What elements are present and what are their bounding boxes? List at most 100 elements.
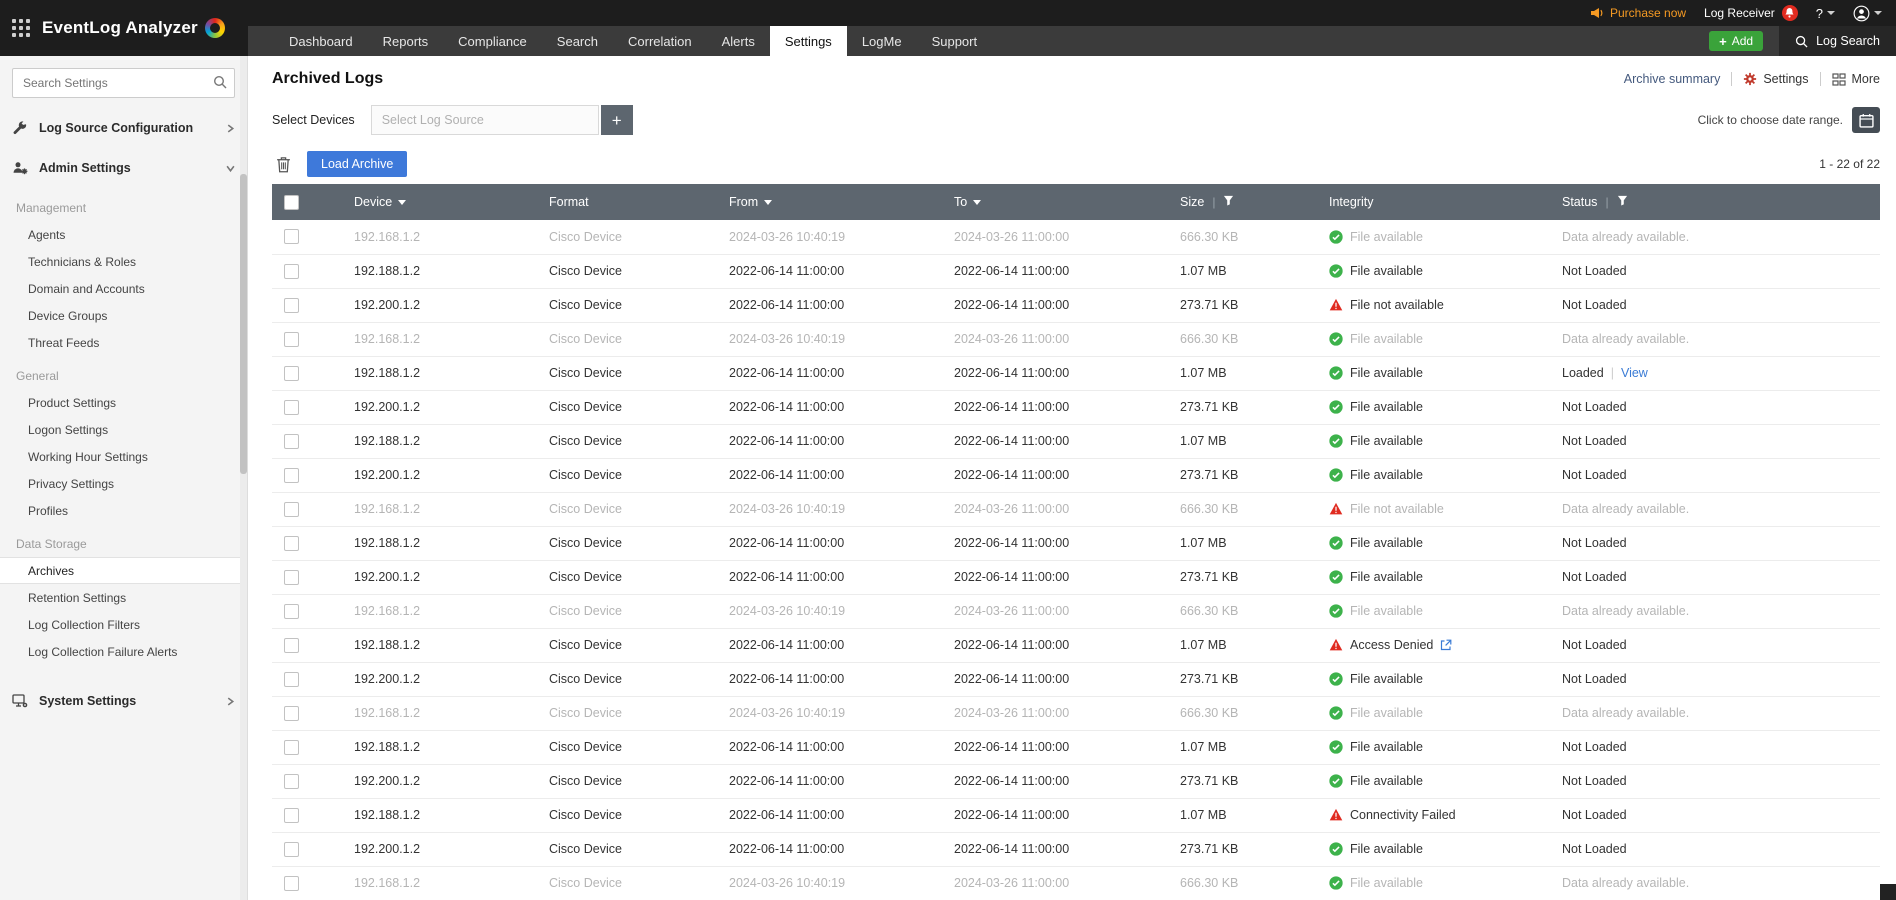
sidebar-item-system-settings[interactable]: System Settings [0,681,247,721]
row-checkbox[interactable] [284,706,299,721]
column-header-from[interactable]: From [717,184,942,220]
cell-checkbox [272,594,342,628]
row-checkbox[interactable] [284,638,299,653]
integrity-label: File available [1350,706,1423,720]
select-log-source-input[interactable] [371,105,599,135]
column-header-device[interactable]: Device [342,184,537,220]
help-menu[interactable]: ? [1816,6,1835,21]
row-checkbox[interactable] [284,570,299,585]
sidebar-item-domain-and-accounts[interactable]: Domain and Accounts [0,275,247,302]
column-header-integrity[interactable]: Integrity [1317,184,1550,220]
row-checkbox[interactable] [284,264,299,279]
filter-funnel-icon[interactable] [1223,195,1234,209]
sidebar-item-technicians-roles[interactable]: Technicians & Roles [0,248,247,275]
nav-tab-correlation[interactable]: Correlation [613,26,707,56]
sidebar-item-threat-feeds[interactable]: Threat Feeds [0,329,247,356]
column-header-status[interactable]: Status| [1550,184,1880,220]
settings-action[interactable]: Settings [1743,72,1808,86]
row-checkbox[interactable] [284,468,299,483]
search-icon[interactable] [213,75,227,94]
row-checkbox[interactable] [284,400,299,415]
select-all-checkbox[interactable] [284,195,299,210]
row-checkbox[interactable] [284,536,299,551]
cell-integrity: File available [1317,458,1550,492]
add-device-button[interactable]: + [601,105,633,135]
cell-format: Cisco Device [537,832,717,866]
nav-tab-dashboard[interactable]: Dashboard [274,26,368,56]
trash-icon [276,156,291,173]
scroll-corner-widget[interactable] [1880,884,1896,900]
column-header-format[interactable]: Format [537,184,717,220]
sidebar-item-logon-settings[interactable]: Logon Settings [0,416,247,443]
log-search-button[interactable]: Log Search [1779,26,1896,56]
cell-size: 666.30 KB [1168,696,1317,730]
column-header-size[interactable]: Size| [1168,184,1317,220]
nav-tab-reports[interactable]: Reports [368,26,444,56]
sidebar-item-agents[interactable]: Agents [0,221,247,248]
sidebar-item-archives[interactable]: Archives [0,557,247,584]
cell-format: Cisco Device [537,628,717,662]
nav-tab-compliance[interactable]: Compliance [443,26,542,56]
cell-status: Not Loaded [1550,288,1880,322]
integrity-cell-content: File available [1329,604,1550,618]
notification-bell-icon[interactable] [1782,5,1798,21]
sidebar-search-input[interactable] [12,68,235,98]
cell-device: 192.188.1.2 [342,730,537,764]
sidebar-item-working-hour-settings[interactable]: Working Hour Settings [0,443,247,470]
purchase-now-link[interactable]: Purchase now [1590,6,1686,20]
row-checkbox[interactable] [284,672,299,687]
row-checkbox[interactable] [284,740,299,755]
sidebar-item-log-collection-filters[interactable]: Log Collection Filters [0,611,247,638]
sidebar-item-product-settings[interactable]: Product Settings [0,389,247,416]
row-checkbox[interactable] [284,842,299,857]
sidebar-scrollbar[interactable] [240,56,247,900]
row-checkbox[interactable] [284,604,299,619]
row-checkbox[interactable] [284,502,299,517]
delete-button[interactable] [272,154,295,175]
sidebar-item-log-collection-failure-alerts[interactable]: Log Collection Failure Alerts [0,638,247,665]
sidebar-item-admin-settings[interactable]: Admin Settings [0,148,247,188]
more-action[interactable]: More [1832,72,1880,86]
row-checkbox[interactable] [284,332,299,347]
nav-tab-settings[interactable]: Settings [770,26,847,56]
view-link[interactable]: View [1621,366,1648,380]
integrity-cell-content: File available [1329,332,1550,346]
check-circle-icon [1329,366,1343,380]
sidebar-item-retention-settings[interactable]: Retention Settings [0,584,247,611]
cell-status: Data already available. [1550,322,1880,356]
user-menu[interactable] [1853,5,1882,22]
apps-grid-icon[interactable] [12,19,30,37]
sidebar-item-privacy-settings[interactable]: Privacy Settings [0,470,247,497]
row-checkbox[interactable] [284,434,299,449]
scrollbar-thumb[interactable] [240,174,247,474]
row-checkbox[interactable] [284,876,299,891]
nav-tab-alerts[interactable]: Alerts [707,26,770,56]
add-button[interactable]: + Add [1709,31,1763,51]
row-checkbox[interactable] [284,808,299,823]
row-checkbox[interactable] [284,774,299,789]
cell-from: 2022-06-14 11:00:00 [717,628,942,662]
cell-device: 192.168.1.2 [342,594,537,628]
warning-triangle-icon [1329,808,1343,822]
external-link-icon[interactable] [1440,639,1452,651]
sidebar-item-device-groups[interactable]: Device Groups [0,302,247,329]
row-checkbox[interactable] [284,366,299,381]
cell-from: 2024-03-26 10:40:19 [717,322,942,356]
calendar-button[interactable] [1852,107,1880,133]
more-icon [1832,73,1846,86]
archive-summary-link[interactable]: Archive summary [1624,72,1721,86]
nav-tab-search[interactable]: Search [542,26,613,56]
sidebar-item-profiles[interactable]: Profiles [0,497,247,524]
nav-tab-logme[interactable]: LogMe [847,26,917,56]
app-logo-text: EventLog Analyzer [42,18,198,38]
nav-tab-support[interactable]: Support [917,26,993,56]
load-archive-button[interactable]: Load Archive [307,151,407,177]
column-header-to[interactable]: To [942,184,1168,220]
cell-format: Cisco Device [537,730,717,764]
row-checkbox[interactable] [284,229,299,244]
filter-funnel-icon[interactable] [1617,195,1628,209]
log-receiver-link[interactable]: Log Receiver [1704,5,1798,21]
cell-size: 273.71 KB [1168,764,1317,798]
row-checkbox[interactable] [284,298,299,313]
sidebar-item-log-source-configuration[interactable]: Log Source Configuration [0,108,247,148]
